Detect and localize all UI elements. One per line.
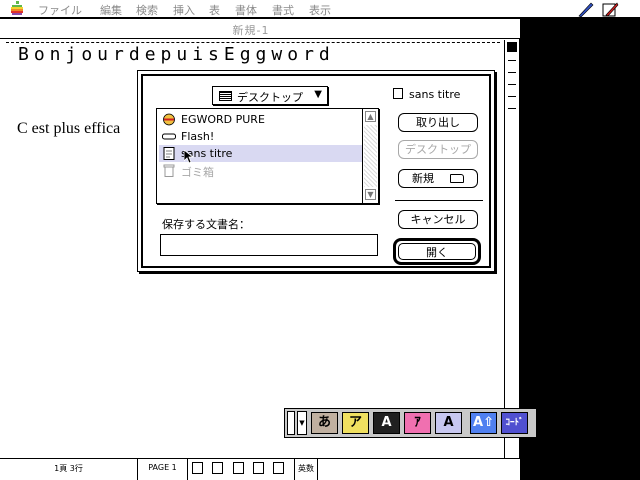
scroll-tick xyxy=(508,84,516,85)
desktop-icon xyxy=(219,91,232,101)
scroll-tick xyxy=(508,108,516,109)
ime-alpha-button[interactable]: A xyxy=(435,412,462,434)
scroll-track[interactable] xyxy=(364,125,377,187)
view-layout-icon[interactable] xyxy=(273,462,284,474)
open-button[interactable]: 開く xyxy=(393,238,481,265)
triangle-down-icon[interactable]: ▼ xyxy=(297,411,307,435)
menu-search[interactable]: 検索 xyxy=(136,2,158,18)
document-name-field[interactable] xyxy=(160,234,378,256)
page-stepper-icon[interactable] xyxy=(192,462,203,474)
floppy-disk-icon xyxy=(393,88,403,99)
ime-fullwidth-alpha-button[interactable]: A xyxy=(373,412,400,434)
list-item: ゴミ箱 xyxy=(159,162,362,179)
scroll-tick xyxy=(508,72,516,73)
mouse-pointer-icon xyxy=(184,150,194,164)
triangle-down-icon: ▼ xyxy=(314,89,322,100)
folder-icon xyxy=(450,174,464,183)
menu-view[interactable]: 表示 xyxy=(309,2,331,18)
menu-bar: ファイル 編集 検索 挿入 表 書体 書式 表示 xyxy=(0,0,640,18)
file-name: Flash! xyxy=(181,130,215,143)
application-menu-icon[interactable] xyxy=(601,1,619,17)
ime-hiragana-button[interactable]: あ xyxy=(311,412,338,434)
scroll-tick xyxy=(508,96,516,97)
menu-file[interactable]: ファイル xyxy=(38,2,82,18)
eject-button[interactable]: 取り出し xyxy=(398,113,478,132)
location-popup[interactable]: デスクトップ ▼ xyxy=(212,86,328,105)
location-popup-label: デスクトップ xyxy=(237,91,303,104)
scroll-down-icon[interactable]: ▼ xyxy=(365,189,376,200)
ime-code-button[interactable]: ｺｰﾄﾞ xyxy=(501,412,528,434)
new-folder-button[interactable]: 新規 xyxy=(398,169,478,188)
desktop-button: デスクトップ xyxy=(398,140,478,159)
volume-label: sans titre xyxy=(393,88,460,101)
document-heading-text: BonjourdepuisEggword xyxy=(18,44,335,65)
dialog-separator xyxy=(395,200,483,201)
dialog-frame: デスクトップ ▼ EGWORD PURE Flash! sans titre ゴ… xyxy=(141,74,491,268)
input-method-palette: ▼ あ ア A ｱ A A⇧ ｺｰﾄﾞ xyxy=(284,408,537,438)
menu-table[interactable]: 表 xyxy=(209,2,220,18)
file-name: EGWORD PURE xyxy=(181,113,265,126)
ruler-line xyxy=(6,42,500,43)
desktop-background xyxy=(520,19,640,480)
list-item[interactable]: Flash! xyxy=(159,128,362,145)
document-name-label: 保存する文書名： xyxy=(162,218,250,231)
app-icon xyxy=(163,113,175,126)
menu-insert[interactable]: 挿入 xyxy=(173,2,195,18)
cancel-button[interactable]: キャンセル xyxy=(398,210,478,229)
menu-typeface[interactable]: 書体 xyxy=(235,2,257,18)
window-title-bar[interactable]: 新規-1 xyxy=(0,19,520,39)
status-input-mode[interactable]: 英数 xyxy=(294,459,318,480)
split-box-icon[interactable] xyxy=(507,42,517,52)
list-item[interactable]: EGWORD PURE xyxy=(159,111,362,128)
document-icon xyxy=(163,147,175,160)
apple-menu-icon[interactable] xyxy=(10,1,24,16)
file-list-scrollbar[interactable]: ▲ ▼ xyxy=(362,109,378,203)
ime-katakana-button[interactable]: ア xyxy=(342,412,369,434)
view-normal-icon[interactable] xyxy=(212,462,223,474)
palette-drag-handle[interactable] xyxy=(287,411,295,435)
status-page[interactable]: PAGE 1 xyxy=(138,459,188,480)
open-button-label: 開く xyxy=(398,243,476,260)
view-list-icon[interactable] xyxy=(233,462,244,474)
file-name: ゴミ箱 xyxy=(181,166,214,179)
disk-icon xyxy=(162,133,176,140)
view-page-icon[interactable] xyxy=(253,462,264,474)
menu-edit[interactable]: 編集 xyxy=(100,2,122,18)
save-dialog: デスクトップ ▼ EGWORD PURE Flash! sans titre ゴ… xyxy=(137,70,495,272)
menu-format[interactable]: 書式 xyxy=(272,2,294,18)
scroll-up-icon[interactable]: ▲ xyxy=(365,111,376,122)
new-folder-label: 新規 xyxy=(412,172,434,185)
window-title: 新規-1 xyxy=(232,24,270,37)
document-body-text: C est plus effica xyxy=(17,120,121,137)
ime-halfwidth-katakana-button[interactable]: ｱ xyxy=(404,412,431,434)
pen-icon[interactable] xyxy=(577,1,595,17)
status-position: 1頁 3行 xyxy=(0,459,138,480)
scroll-tick xyxy=(508,60,516,61)
vertical-scrollbar[interactable] xyxy=(504,40,519,458)
volume-name: sans titre xyxy=(409,88,461,101)
trash-icon xyxy=(163,164,175,177)
status-bar: 1頁 3行 PAGE 1 英数 xyxy=(0,458,520,480)
ime-uppercase-button[interactable]: A⇧ xyxy=(470,412,497,434)
